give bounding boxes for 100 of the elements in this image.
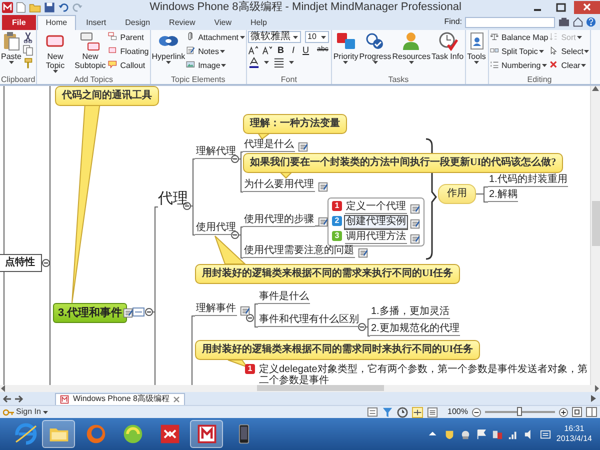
progress-button[interactable]: Progress: [359, 31, 392, 64]
align-icon[interactable]: [272, 57, 285, 68]
new-document-icon[interactable]: [16, 2, 26, 12]
paste-button[interactable]: Paste: [1, 31, 22, 64]
subtopic-label[interactable]: 1.多播，更加灵活: [370, 306, 450, 319]
priority-button[interactable]: Priority: [333, 31, 358, 64]
panel-icon[interactable]: [586, 407, 597, 417]
floating-button[interactable]: Floating: [108, 45, 149, 58]
note-icon[interactable]: [410, 234, 420, 244]
resources-button[interactable]: Resources: [392, 31, 430, 64]
new-subtopic-button[interactable]: New Subtopic: [73, 31, 108, 70]
callout-topic[interactable]: 代码之间的通讯工具: [55, 86, 159, 106]
subtopic-label[interactable]: 定义delegate对象类型，它有两个参数，第一个参数是事件发送者对象，第二个参数是事件: [258, 364, 589, 385]
save-icon[interactable]: [44, 2, 55, 12]
ribbon-tab[interactable]: View: [205, 15, 240, 30]
network-icon[interactable]: [492, 428, 504, 440]
subtopic-label[interactable]: 1.代码的封装重用: [488, 174, 568, 187]
parent-button[interactable]: Parent: [108, 31, 149, 44]
split-topic-button[interactable]: Split Topic: [490, 45, 548, 58]
zoom-in-icon[interactable]: [559, 408, 568, 416]
ribbon-tab[interactable]: Design: [116, 15, 160, 30]
callout-topic[interactable]: 用封装好的逻辑类来根据不同的需求同时来执行不同的UI任务: [195, 340, 480, 360]
subtopic-label[interactable]: 调用代理方法: [345, 231, 407, 244]
subtopic-label[interactable]: 事件是什么: [258, 291, 310, 304]
underline-button[interactable]: U: [300, 44, 312, 56]
map-view-icon[interactable]: [412, 406, 423, 418]
callout-topic[interactable]: 如果我们要在一个封装类的方法中间执行一段更新UI的代码该怎么做?: [243, 153, 564, 173]
note-icon[interactable]: [410, 219, 420, 229]
ribbon-tab[interactable]: Review: [160, 15, 204, 30]
collapse-icon[interactable]: [246, 314, 254, 322]
scrollbar-thumb[interactable]: [592, 201, 600, 246]
flag-icon[interactable]: [476, 428, 488, 440]
ribbon-tab[interactable]: Insert: [77, 15, 116, 30]
callout-topic[interactable]: 理解：一种方法变量: [243, 114, 347, 134]
font-size-field[interactable]: 10: [304, 31, 329, 43]
subtopic-label[interactable]: 理解事件: [195, 303, 237, 316]
sign-in-link[interactable]: Sign In: [3, 406, 48, 418]
outline-view-icon[interactable]: [366, 406, 378, 418]
numbering-button[interactable]: Numbering: [490, 59, 548, 72]
brush-icon[interactable]: [22, 57, 34, 69]
find-field[interactable]: [465, 16, 555, 28]
subtopic-label[interactable]: 使用代理的步骤: [243, 214, 315, 227]
subtopic-label[interactable]: 创建代理实例: [345, 216, 407, 229]
subtopic-label[interactable]: 2.解耦: [488, 189, 518, 202]
undo-icon[interactable]: [58, 2, 69, 12]
notes-button[interactable]: Notes: [186, 45, 245, 58]
subtopic-label[interactable]: 使用代理需要注意的问题: [243, 245, 355, 258]
task-info-button[interactable]: Task Info: [432, 31, 464, 61]
scissors-icon[interactable]: [22, 31, 34, 43]
note-icon[interactable]: [358, 248, 368, 258]
subtopic-label[interactable]: 2.更加规范化的代理: [370, 323, 460, 336]
home-icon[interactable]: [573, 17, 583, 27]
sync-icon[interactable]: [122, 423, 144, 445]
toolbox-icon[interactable]: [558, 17, 570, 27]
tab-scroll-icon[interactable]: [591, 395, 596, 402]
tools-button[interactable]: Tools: [466, 31, 487, 64]
topic-label[interactable]: 代理: [158, 190, 188, 208]
floating-topic[interactable]: 作用: [438, 184, 476, 204]
keyboard-icon[interactable]: [540, 428, 552, 440]
subtopic-label[interactable]: 定义一个代理: [345, 201, 407, 214]
topic-node[interactable]: 点特性: [0, 254, 42, 272]
font-color-icon[interactable]: [248, 57, 260, 68]
attachment-button[interactable]: Attachment: [186, 31, 245, 44]
shield-icon[interactable]: [444, 428, 456, 440]
close-button[interactable]: [574, 0, 600, 14]
help-icon[interactable]: [586, 17, 596, 27]
collapse-icon[interactable]: [42, 259, 50, 267]
note-icon[interactable]: [318, 182, 328, 192]
bold-button[interactable]: B: [276, 44, 286, 56]
shrink-font-icon[interactable]: [262, 45, 272, 55]
mind-map-app-icon[interactable]: [196, 423, 218, 445]
device-icon[interactable]: [460, 428, 472, 440]
ribbon-tab[interactable]: File: [2, 15, 36, 30]
subtopic-label[interactable]: 为什么要用代理: [243, 179, 315, 192]
timer-icon[interactable]: [396, 406, 408, 418]
grow-font-icon[interactable]: [248, 45, 258, 55]
image-button[interactable]: Image: [186, 59, 245, 72]
list-view-icon[interactable]: [426, 406, 438, 418]
hyperlink-button[interactable]: Hyperlink: [152, 31, 186, 64]
ribbon-tab[interactable]: Help: [241, 15, 276, 30]
copy-icon[interactable]: [22, 44, 34, 56]
zoom-slider-thumb[interactable]: [517, 407, 522, 416]
close-icon[interactable]: [173, 396, 180, 402]
collapse-icon[interactable]: [358, 323, 366, 331]
clear-button[interactable]: Clear: [549, 59, 590, 72]
new-topic-button[interactable]: New Topic: [38, 31, 72, 73]
subtopic-label[interactable]: 理解代理: [195, 146, 237, 159]
forward-icon[interactable]: [15, 394, 24, 402]
balance-map-button[interactable]: Balance Map: [490, 31, 548, 44]
main-topic[interactable]: 3.代理和事件: [53, 303, 128, 323]
browser-icon[interactable]: [14, 422, 38, 446]
subtopic-label[interactable]: 代理是什么: [243, 139, 295, 152]
fit-map-icon[interactable]: [572, 407, 582, 417]
zoom-out-icon[interactable]: [472, 408, 481, 416]
note-icon[interactable]: [240, 306, 250, 316]
italic-button[interactable]: I: [290, 44, 297, 56]
note-icon[interactable]: [298, 142, 308, 152]
note-icon[interactable]: [318, 217, 328, 227]
select-button[interactable]: Select: [549, 45, 590, 58]
callout-topic[interactable]: 用封装好的逻辑类来根据不同的需求来执行不同的UI任务: [195, 264, 460, 284]
